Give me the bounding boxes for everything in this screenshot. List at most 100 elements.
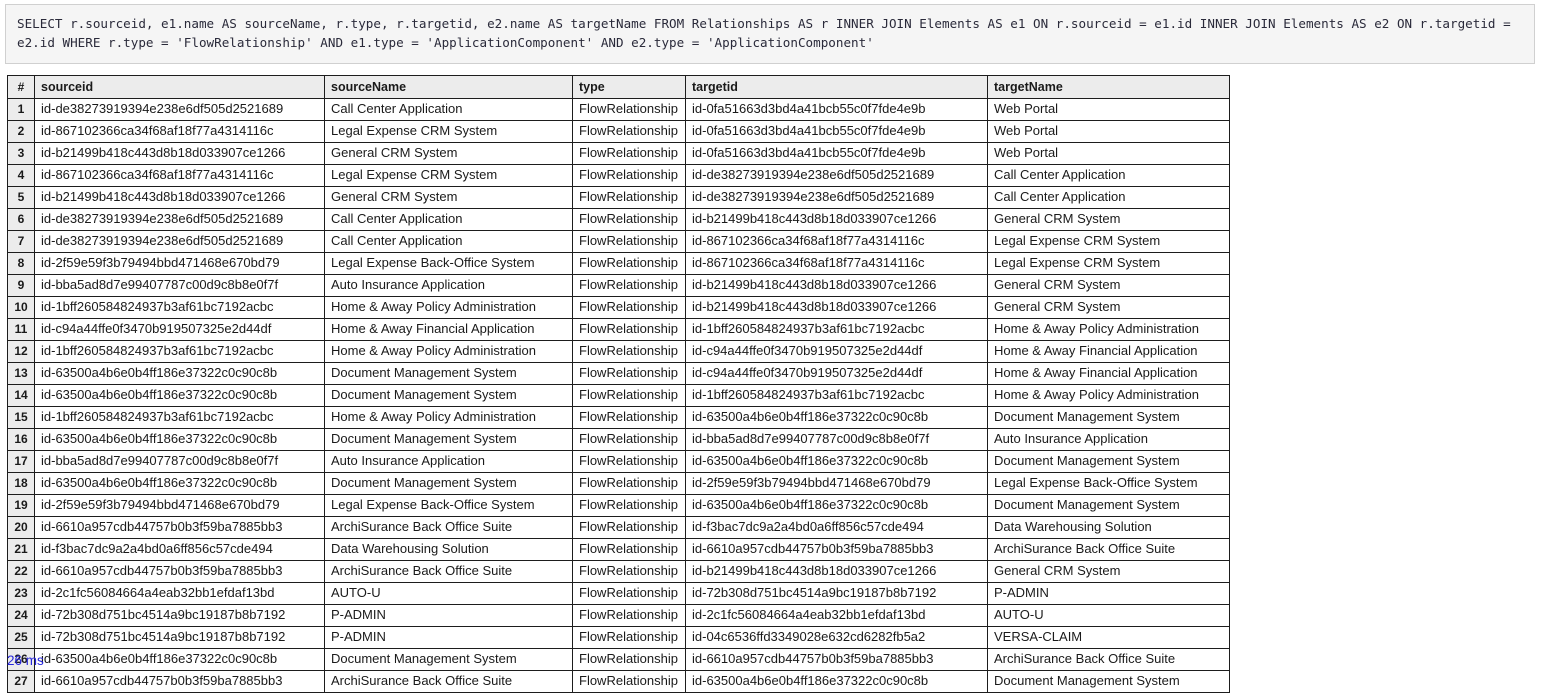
cell-sourceid: id-de38273919394e238e6df505d2521689 <box>34 208 325 231</box>
cell-type: FlowRelationship <box>572 362 686 385</box>
cell-sourceid: id-867102366ca34f68af18f77a4314116c <box>34 164 325 187</box>
column-header-rownum[interactable]: # <box>7 75 35 99</box>
table-row[interactable]: 26 id-63500a4b6e0b4ff186e37322c0c90c8b Doc… <box>7 648 1230 671</box>
table-row[interactable]: 2 id-867102366ca34f68af18f77a4314116c Lega… <box>7 120 1230 143</box>
table-row[interactable]: 16 id-63500a4b6e0b4ff186e37322c0c90c8b Doc… <box>7 428 1230 451</box>
cell-sourceid: id-63500a4b6e0b4ff186e37322c0c90c8b <box>34 362 325 385</box>
cell-sourcename: AUTO-U <box>324 582 573 605</box>
cell-targetname: Auto Insurance Application <box>987 428 1230 451</box>
table-row[interactable]: 18 id-63500a4b6e0b4ff186e37322c0c90c8b Doc… <box>7 472 1230 495</box>
table-row[interactable]: 12 id-1bff260584824937b3af61bc7192acbc Hom… <box>7 340 1230 363</box>
cell-rownum: 12 <box>7 340 35 363</box>
cell-targetid: id-2f59e59f3b79494bbd471468e670bd79 <box>685 472 988 495</box>
table-row[interactable]: 17 id-bba5ad8d7e99407787c00d9c8b8e0f7f Aut… <box>7 450 1230 473</box>
cell-sourceid: id-bba5ad8d7e99407787c00d9c8b8e0f7f <box>34 274 325 297</box>
cell-sourcename: General CRM System <box>324 142 573 165</box>
table-row[interactable]: 8 id-2f59e59f3b79494bbd471468e670bd79 Lega… <box>7 252 1230 275</box>
table-row[interactable]: 15 id-1bff260584824937b3af61bc7192acbc Hom… <box>7 406 1230 429</box>
cell-rownum: 25 <box>7 626 35 649</box>
column-header-targetid[interactable]: targetid <box>685 75 988 99</box>
cell-type: FlowRelationship <box>572 230 686 253</box>
cell-targetname: Call Center Application <box>987 164 1230 187</box>
column-header-sourceid[interactable]: sourceid <box>34 75 325 99</box>
cell-sourceid: id-63500a4b6e0b4ff186e37322c0c90c8b <box>34 428 325 451</box>
table-row[interactable]: 22 id-6610a957cdb44757b0b3f59ba7885bb3 Arc… <box>7 560 1230 583</box>
cell-targetname: Legal Expense Back-Office System <box>987 472 1230 495</box>
column-header-targetname[interactable]: targetName <box>987 75 1230 99</box>
cell-rownum: 7 <box>7 230 35 253</box>
table-row[interactable]: 24 id-72b308d751bc4514a9bc19187b8b7192 P-A… <box>7 604 1230 627</box>
cell-sourceid: id-de38273919394e238e6df505d2521689 <box>34 98 325 121</box>
cell-sourceid: id-63500a4b6e0b4ff186e37322c0c90c8b <box>34 648 325 671</box>
cell-targetname: General CRM System <box>987 560 1230 583</box>
cell-sourcename: Legal Expense Back-Office System <box>324 252 573 275</box>
table-row[interactable]: 21 id-f3bac7dc9a2a4bd0a6ff856c57cde494 Dat… <box>7 538 1230 561</box>
cell-targetname: Home & Away Policy Administration <box>987 384 1230 407</box>
cell-sourcename: Home & Away Financial Application <box>324 318 573 341</box>
cell-targetname: VERSA-CLAIM <box>987 626 1230 649</box>
cell-sourceid: id-2f59e59f3b79494bbd471468e670bd79 <box>34 252 325 275</box>
cell-sourcename: P-ADMIN <box>324 626 573 649</box>
cell-targetname: ArchiSurance Back Office Suite <box>987 538 1230 561</box>
cell-sourceid: id-2c1fc56084664a4eab32bb1efdaf13bd <box>34 582 325 605</box>
cell-targetid: id-de38273919394e238e6df505d2521689 <box>685 164 988 187</box>
cell-type: FlowRelationship <box>572 208 686 231</box>
cell-type: FlowRelationship <box>572 560 686 583</box>
sql-query-text[interactable]: SELECT r.sourceid, e1.name AS sourceName… <box>5 4 1535 64</box>
cell-rownum: 4 <box>7 164 35 187</box>
cell-rownum: 22 <box>7 560 35 583</box>
table-row[interactable]: 13 id-63500a4b6e0b4ff186e37322c0c90c8b Doc… <box>7 362 1230 385</box>
column-header-sourcename[interactable]: sourceName <box>324 75 573 99</box>
cell-sourcename: Auto Insurance Application <box>324 450 573 473</box>
table-row[interactable]: 7 id-de38273919394e238e6df505d2521689 Call… <box>7 230 1230 253</box>
cell-targetid: id-b21499b418c443d8b18d033907ce1266 <box>685 208 988 231</box>
cell-targetname: Document Management System <box>987 450 1230 473</box>
table-row[interactable]: 25 id-72b308d751bc4514a9bc19187b8b7192 P-A… <box>7 626 1230 649</box>
cell-rownum: 9 <box>7 274 35 297</box>
cell-type: FlowRelationship <box>572 406 686 429</box>
cell-type: FlowRelationship <box>572 186 686 209</box>
cell-targetname: Data Warehousing Solution <box>987 516 1230 539</box>
cell-type: FlowRelationship <box>572 538 686 561</box>
cell-type: FlowRelationship <box>572 428 686 451</box>
cell-targetname: Legal Expense CRM System <box>987 230 1230 253</box>
table-row[interactable]: 19 id-2f59e59f3b79494bbd471468e670bd79 Leg… <box>7 494 1230 517</box>
cell-rownum: 1 <box>7 98 35 121</box>
cell-type: FlowRelationship <box>572 120 686 143</box>
table-row[interactable]: 10 id-1bff260584824937b3af61bc7192acbc Hom… <box>7 296 1230 319</box>
table-row[interactable]: 6 id-de38273919394e238e6df505d2521689 Call… <box>7 208 1230 231</box>
table-row[interactable]: 1 id-de38273919394e238e6df505d2521689 Call… <box>7 98 1230 121</box>
cell-targetid: id-6610a957cdb44757b0b3f59ba7885bb3 <box>685 538 988 561</box>
cell-sourcename: P-ADMIN <box>324 604 573 627</box>
cell-sourcename: Document Management System <box>324 472 573 495</box>
cell-sourceid: id-bba5ad8d7e99407787c00d9c8b8e0f7f <box>34 450 325 473</box>
table-row[interactable]: 3 id-b21499b418c443d8b18d033907ce1266 Gene… <box>7 142 1230 165</box>
table-row[interactable]: 11 id-c94a44ffe0f3470b919507325e2d44df Hom… <box>7 318 1230 341</box>
table-row[interactable]: 4 id-867102366ca34f68af18f77a4314116c Lega… <box>7 164 1230 187</box>
cell-type: FlowRelationship <box>572 472 686 495</box>
cell-sourceid: id-63500a4b6e0b4ff186e37322c0c90c8b <box>34 472 325 495</box>
cell-sourceid: id-63500a4b6e0b4ff186e37322c0c90c8b <box>34 384 325 407</box>
cell-targetid: id-0fa51663d3bd4a41bcb55c0f7fde4e9b <box>685 120 988 143</box>
cell-targetid: id-04c6536ffd3349028e632cd6282fb5a2 <box>685 626 988 649</box>
cell-sourcename: Legal Expense Back-Office System <box>324 494 573 517</box>
cell-targetid: id-72b308d751bc4514a9bc19187b8b7192 <box>685 582 988 605</box>
query-elapsed-time[interactable]: 26 ms <box>7 653 44 668</box>
cell-sourcename: Home & Away Policy Administration <box>324 406 573 429</box>
cell-sourceid: id-867102366ca34f68af18f77a4314116c <box>34 120 325 143</box>
table-row[interactable]: 20 id-6610a957cdb44757b0b3f59ba7885bb3 Arc… <box>7 516 1230 539</box>
table-row[interactable]: 9 id-bba5ad8d7e99407787c00d9c8b8e0f7f Auto… <box>7 274 1230 297</box>
table-row[interactable]: 5 id-b21499b418c443d8b18d033907ce1266 Gene… <box>7 186 1230 209</box>
column-header-type[interactable]: type <box>572 75 686 99</box>
table-row[interactable]: 23 id-2c1fc56084664a4eab32bb1efdaf13bd AUT… <box>7 582 1230 605</box>
cell-sourcename: Legal Expense CRM System <box>324 164 573 187</box>
cell-sourcename: Document Management System <box>324 648 573 671</box>
cell-sourcename: General CRM System <box>324 186 573 209</box>
results-table: # sourceid sourceName type targetid targetNam… <box>7 75 1230 693</box>
cell-rownum: 19 <box>7 494 35 517</box>
cell-sourcename: Home & Away Policy Administration <box>324 340 573 363</box>
table-row[interactable]: 14 id-63500a4b6e0b4ff186e37322c0c90c8b Doc… <box>7 384 1230 407</box>
cell-rownum: 2 <box>7 120 35 143</box>
cell-rownum: 18 <box>7 472 35 495</box>
cell-type: FlowRelationship <box>572 296 686 319</box>
